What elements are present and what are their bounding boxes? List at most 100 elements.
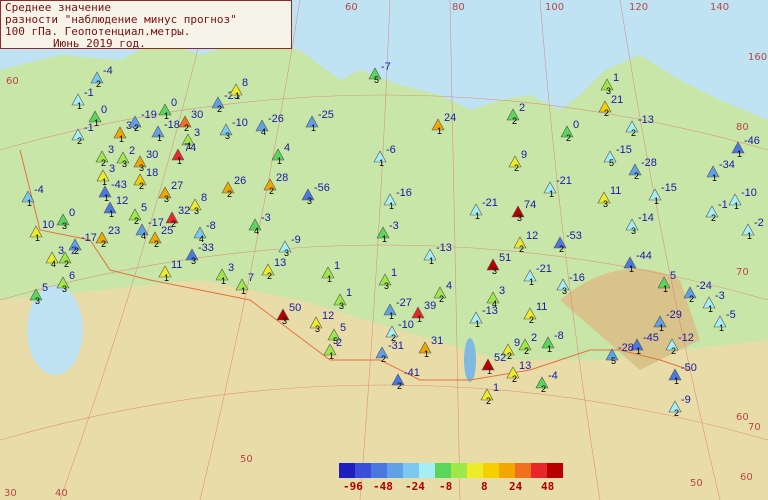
station-value: -10 bbox=[741, 187, 757, 199]
station-count: 3 bbox=[603, 199, 608, 209]
station-value: -29 bbox=[666, 309, 682, 321]
station-value: 0 bbox=[573, 119, 579, 131]
station-value: -3 bbox=[715, 290, 725, 302]
station-value: -5 bbox=[726, 309, 736, 321]
station-value: 13 bbox=[274, 257, 286, 269]
station-value: 3 bbox=[499, 285, 505, 297]
station-value: 2 bbox=[71, 245, 77, 257]
station-count: 3 bbox=[122, 159, 127, 169]
station-count: 4 bbox=[141, 231, 146, 241]
station-count: 1 bbox=[177, 156, 182, 166]
station-count: 2 bbox=[566, 133, 571, 143]
station-value: 0 bbox=[171, 97, 177, 109]
station-value: -1 bbox=[718, 199, 728, 211]
station-count: 3 bbox=[492, 266, 497, 276]
station-value: 25 bbox=[161, 225, 173, 237]
station-value: 5 bbox=[141, 202, 147, 214]
station-count: 3 bbox=[35, 296, 40, 306]
station-value: 74 bbox=[184, 142, 196, 154]
station-value: -28 bbox=[618, 342, 634, 354]
station-value: -8 bbox=[554, 330, 564, 342]
station-value: -27 bbox=[396, 297, 412, 309]
station-value: -26 bbox=[268, 113, 284, 125]
station-value: 52 bbox=[494, 352, 506, 364]
station-count: 1 bbox=[547, 344, 552, 354]
station-count: 2 bbox=[604, 108, 609, 118]
edge-label: 70 bbox=[736, 267, 749, 278]
station-value: -21 bbox=[556, 175, 572, 187]
station-count: 1 bbox=[379, 158, 384, 168]
station-value: -4 bbox=[103, 65, 113, 77]
station-count: 2 bbox=[139, 181, 144, 191]
station-count: 1 bbox=[629, 264, 634, 274]
legend-swatch bbox=[419, 463, 435, 478]
station-count: 1 bbox=[663, 284, 668, 294]
edge-label: 50 bbox=[240, 454, 253, 465]
station-value: -53 bbox=[566, 230, 582, 242]
legend-swatch bbox=[435, 463, 451, 478]
station-value: -12 bbox=[678, 332, 694, 344]
station-value: 39 bbox=[424, 300, 436, 312]
station-value: 30 bbox=[191, 109, 203, 121]
station-count: 5 bbox=[374, 75, 379, 85]
station-count: 1 bbox=[747, 231, 752, 241]
station-count: 3 bbox=[191, 256, 196, 266]
edge-label: 80 bbox=[736, 122, 749, 133]
station-value: 12 bbox=[526, 230, 538, 242]
lake-baikal bbox=[464, 338, 476, 382]
meridian-label: 80 bbox=[452, 2, 465, 13]
edge-label: 70 bbox=[748, 422, 761, 433]
station-value: -50 bbox=[681, 362, 697, 374]
station-value: 13 bbox=[519, 360, 531, 372]
title-line-4: Июнь 2019 год. bbox=[53, 37, 146, 50]
station-count: 3 bbox=[631, 226, 636, 236]
station-count: 1 bbox=[389, 311, 394, 321]
station-count: 2 bbox=[711, 213, 716, 223]
station-count: 2 bbox=[541, 384, 546, 394]
station-count: 2 bbox=[512, 116, 517, 126]
station-count: 1 bbox=[529, 277, 534, 287]
station-count: 3 bbox=[307, 196, 312, 206]
station-count: 1 bbox=[35, 233, 40, 243]
station-value: 5 bbox=[340, 322, 346, 334]
station-count: 1 bbox=[221, 276, 226, 286]
legend-label: -24 bbox=[405, 480, 425, 493]
station-count: 4 bbox=[51, 259, 56, 269]
station-count: 3 bbox=[339, 301, 344, 311]
legend-label: -8 bbox=[439, 480, 453, 493]
station-value: -4 bbox=[548, 370, 558, 382]
station-value: 2 bbox=[336, 337, 342, 349]
station-value: 7 bbox=[248, 272, 254, 284]
station-count: 3 bbox=[62, 221, 67, 231]
station-count: 1 bbox=[659, 323, 664, 333]
station-count: 2 bbox=[64, 259, 69, 269]
station-value: 9 bbox=[521, 149, 527, 161]
station-count: 3 bbox=[315, 324, 320, 334]
station-value: -14 bbox=[638, 212, 654, 224]
station-count: 3 bbox=[225, 131, 230, 141]
station-count: 3 bbox=[384, 281, 389, 291]
station-count: 2 bbox=[184, 123, 189, 133]
station-count: 2 bbox=[217, 104, 222, 114]
station-count: 3 bbox=[139, 163, 144, 173]
meridian-label: 160 bbox=[748, 52, 767, 63]
station-value: 24 bbox=[444, 112, 456, 124]
station-value: 30 bbox=[146, 149, 158, 161]
station-count: 2 bbox=[529, 315, 534, 325]
station-value: 1 bbox=[334, 260, 340, 272]
station-count: 3 bbox=[562, 286, 567, 296]
legend-swatch bbox=[355, 463, 371, 478]
station-value: 74 bbox=[524, 199, 536, 211]
station-count: 1 bbox=[327, 274, 332, 284]
station-value: 3 bbox=[109, 163, 115, 175]
station-value: 8 bbox=[242, 77, 248, 89]
station-count: 2 bbox=[671, 346, 676, 356]
station-value: -34 bbox=[719, 159, 735, 171]
station-count: 1 bbox=[382, 234, 387, 244]
station-value: 31 bbox=[431, 335, 443, 347]
station-value: 11 bbox=[171, 259, 182, 271]
legend-swatch bbox=[467, 463, 483, 478]
station-value: -15 bbox=[661, 182, 677, 194]
station-count: 2 bbox=[397, 381, 402, 391]
station-value: -16 bbox=[569, 272, 585, 284]
